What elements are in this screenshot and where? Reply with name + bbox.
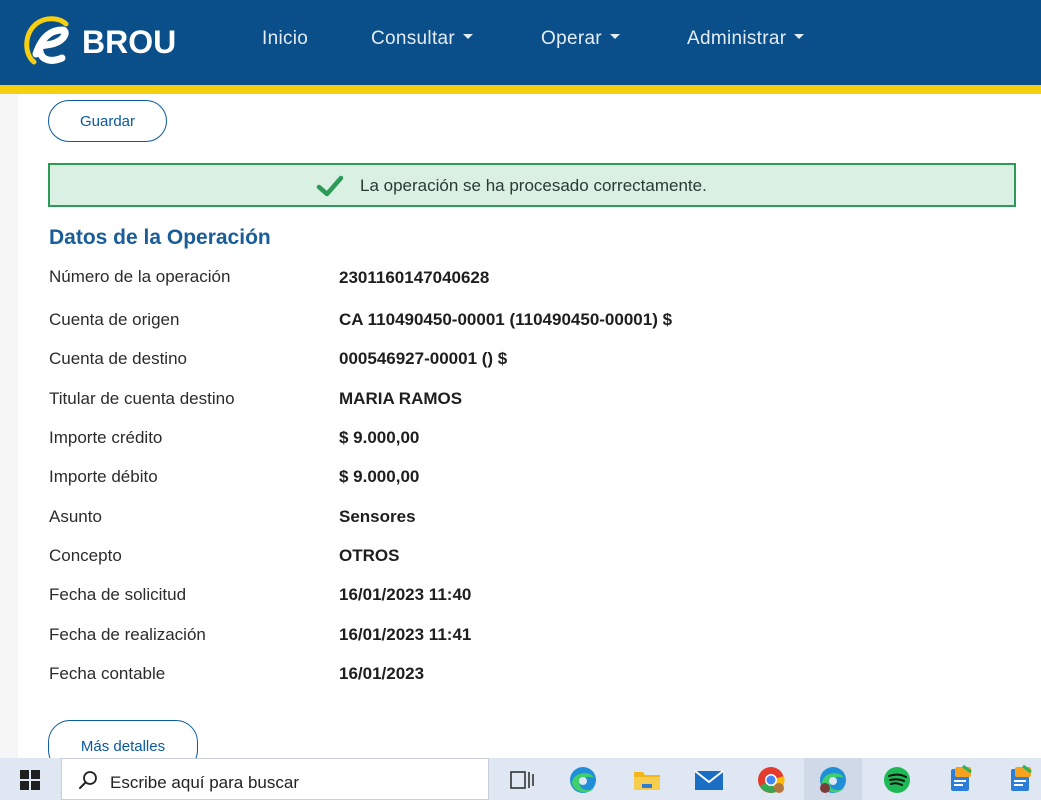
check-icon bbox=[316, 175, 344, 197]
detail-value: MARIA RAMOS bbox=[339, 389, 463, 408]
detail-label: Asunto bbox=[49, 507, 102, 526]
nav-inicio[interactable]: Inicio bbox=[262, 28, 308, 50]
search-placeholder: Escribe aquí para buscar bbox=[110, 773, 299, 792]
chrome-icon[interactable] bbox=[754, 764, 788, 796]
detail-label: Cuenta de origen bbox=[49, 310, 180, 329]
nav-operar[interactable]: Operar bbox=[541, 28, 620, 50]
detail-value: CA 110490450-00001 (110490450-00001) $ bbox=[339, 310, 673, 329]
detail-label: Fecha de realización bbox=[49, 625, 206, 644]
mail-icon[interactable] bbox=[692, 764, 726, 796]
detail-label: Cuenta de destino bbox=[49, 349, 187, 368]
alert-message: La operación se ha procesado correctamen… bbox=[360, 176, 707, 195]
detail-label: Concepto bbox=[49, 546, 122, 565]
edge-icon[interactable] bbox=[566, 764, 600, 796]
success-alert: La operación se ha procesado correctamen… bbox=[48, 163, 1016, 207]
detail-label: Fecha contable bbox=[49, 664, 166, 683]
notes-icon[interactable] bbox=[943, 764, 977, 796]
detail-value: 2301160147040628 bbox=[339, 268, 490, 287]
task-view-icon[interactable] bbox=[505, 764, 539, 796]
detail-value: 16/01/2023 11:40 bbox=[339, 585, 472, 604]
detail-value: Sensores bbox=[339, 507, 416, 526]
detail-value: $ 9.000,00 bbox=[339, 467, 420, 486]
chevron-down-icon bbox=[463, 34, 474, 40]
chevron-down-icon bbox=[794, 34, 805, 40]
edge-profile-icon[interactable] bbox=[816, 764, 850, 796]
detail-value: 16/01/2023 bbox=[339, 664, 425, 683]
nav-operar-label: Operar bbox=[541, 28, 602, 49]
nav-consultar[interactable]: Consultar bbox=[371, 28, 474, 50]
detail-label: Fecha de solicitud bbox=[49, 585, 187, 604]
detail-value: 16/01/2023 11:41 bbox=[339, 625, 472, 644]
file-explorer-icon[interactable] bbox=[630, 764, 664, 796]
detail-value: OTROS bbox=[339, 546, 400, 565]
nav-administrar-label: Administrar bbox=[687, 28, 787, 49]
detail-label: Importe débito bbox=[49, 467, 158, 486]
spotify-icon[interactable] bbox=[880, 764, 914, 796]
section-title: Datos de la Operación bbox=[49, 226, 271, 249]
header-stripe bbox=[0, 85, 1041, 94]
nav-consultar-label: Consultar bbox=[371, 28, 456, 49]
taskbar-search-input[interactable]: Escribe aquí para buscar bbox=[61, 758, 489, 800]
nav-administrar[interactable]: Administrar bbox=[687, 28, 805, 50]
windows-taskbar: Escribe aquí para buscar bbox=[0, 758, 1041, 800]
chevron-down-icon bbox=[609, 34, 620, 40]
detail-value: 000546927-00001 () $ bbox=[339, 349, 508, 368]
search-icon bbox=[79, 771, 97, 789]
save-button[interactable]: Guardar bbox=[48, 100, 167, 142]
logo-text: BROU bbox=[82, 24, 177, 60]
top-navbar: BROU Inicio Consultar Operar Administrar bbox=[0, 0, 1041, 85]
ebrou-logo[interactable]: BROU bbox=[22, 12, 182, 72]
detail-label: Número de la operación bbox=[49, 267, 231, 286]
detail-value: $ 9.000,00 bbox=[339, 428, 420, 447]
notes-alt-icon[interactable] bbox=[1003, 764, 1037, 796]
detail-label: Titular de cuenta destino bbox=[49, 389, 235, 408]
detail-label: Importe crédito bbox=[49, 428, 163, 447]
logo-swoosh-icon bbox=[24, 16, 69, 65]
windows-start-icon[interactable] bbox=[20, 770, 40, 790]
